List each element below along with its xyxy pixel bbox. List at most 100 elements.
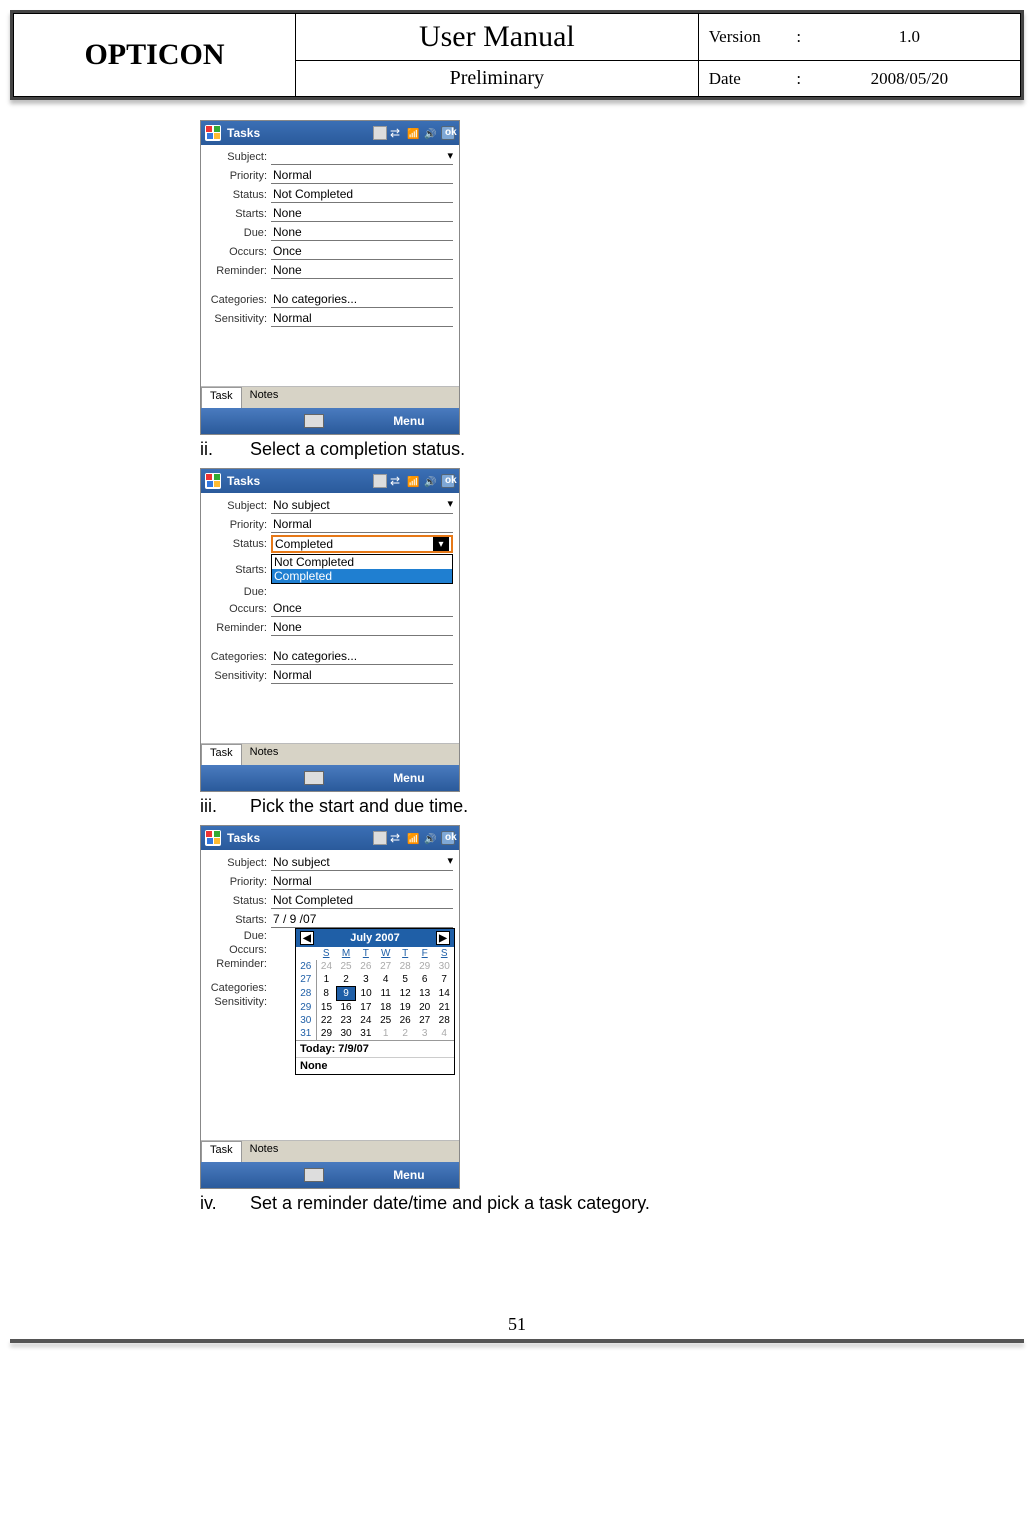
subject-field[interactable]: No subject (271, 854, 453, 871)
calendar-day[interactable]: 26 (395, 1014, 415, 1027)
keyboard-icon[interactable] (304, 771, 324, 785)
status-field[interactable]: Not Completed (271, 892, 453, 909)
calendar-day[interactable]: 18 (376, 1001, 396, 1015)
priority-field[interactable]: Normal (271, 167, 453, 184)
calendar-day[interactable]: 7 (434, 973, 454, 987)
sync-icon[interactable] (390, 474, 404, 488)
calendar-day[interactable]: 28 (395, 960, 415, 973)
sip-icon[interactable] (373, 831, 387, 845)
calendar-day[interactable]: 29 (415, 960, 435, 973)
priority-field[interactable]: Normal (271, 516, 453, 533)
calendar-day[interactable]: 2 (395, 1027, 415, 1040)
ok-button[interactable]: ok (441, 474, 455, 488)
tab-notes[interactable]: Notes (242, 744, 287, 765)
status-dropdown[interactable]: Completed ▾ (271, 535, 453, 553)
starts-field[interactable]: None (271, 205, 453, 222)
calendar-day[interactable]: 3 (415, 1027, 435, 1040)
start-icon[interactable] (205, 473, 221, 489)
calendar-day[interactable]: 4 (376, 973, 396, 987)
tab-task[interactable]: Task (201, 1141, 242, 1162)
calendar-day[interactable]: 5 (395, 973, 415, 987)
calendar-day[interactable]: 9 (336, 987, 356, 1001)
calendar-day[interactable]: 19 (395, 1001, 415, 1015)
signal-icon[interactable] (407, 831, 421, 845)
calendar-day[interactable]: 16 (336, 1001, 356, 1015)
calendar-day[interactable]: 26 (356, 960, 376, 973)
due-field[interactable]: None (271, 224, 453, 241)
occurs-field[interactable]: Once (271, 243, 453, 260)
calendar-day[interactable]: 27 (415, 1014, 435, 1027)
keyboard-icon[interactable] (304, 414, 324, 428)
calendar-day[interactable]: 24 (356, 1014, 376, 1027)
sensitivity-field[interactable]: Normal (271, 310, 453, 327)
calendar-day[interactable]: 28 (434, 1014, 454, 1027)
calendar-day[interactable]: 20 (415, 1001, 435, 1015)
status-option-not-completed[interactable]: Not Completed (272, 555, 452, 569)
menu-button[interactable]: Menu (393, 1168, 424, 1182)
volume-icon[interactable] (424, 831, 438, 845)
reminder-field[interactable]: None (271, 619, 453, 636)
start-icon[interactable] (205, 125, 221, 141)
calendar-day[interactable]: 17 (356, 1001, 376, 1015)
subject-field[interactable] (271, 149, 453, 165)
priority-field[interactable]: Normal (271, 873, 453, 890)
calendar-day[interactable]: 30 (434, 960, 454, 973)
categories-field[interactable]: No categories... (271, 648, 453, 665)
tab-task[interactable]: Task (201, 387, 242, 408)
calendar-day[interactable]: 11 (376, 987, 396, 1001)
volume-icon[interactable] (424, 126, 438, 140)
calendar-day[interactable]: 25 (376, 1014, 396, 1027)
menu-button[interactable]: Menu (393, 771, 424, 785)
calendar-day[interactable]: 6 (415, 973, 435, 987)
calendar-day[interactable]: 1 (376, 1027, 396, 1040)
prev-month-button[interactable]: ◀ (300, 931, 314, 945)
calendar-day[interactable]: 30 (336, 1027, 356, 1040)
calendar-day[interactable]: 14 (434, 987, 454, 1001)
calendar-day[interactable]: 15 (316, 1001, 336, 1015)
next-month-button[interactable]: ▶ (436, 931, 450, 945)
signal-icon[interactable] (407, 126, 421, 140)
categories-field[interactable]: No categories... (271, 291, 453, 308)
tab-notes[interactable]: Notes (242, 1141, 287, 1162)
calendar-day[interactable]: 10 (356, 987, 376, 1001)
calendar-today[interactable]: Today: 7/9/07 (296, 1040, 454, 1057)
calendar-day[interactable]: 22 (316, 1014, 336, 1027)
reminder-field[interactable]: None (271, 262, 453, 279)
sync-icon[interactable] (390, 831, 404, 845)
calendar-day[interactable]: 8 (316, 987, 336, 1001)
occurs-field[interactable]: Once (271, 600, 453, 617)
tab-task[interactable]: Task (201, 744, 242, 765)
calendar-day[interactable]: 3 (356, 973, 376, 987)
calendar-day[interactable]: 2 (336, 973, 356, 987)
calendar-day[interactable]: 27 (376, 960, 396, 973)
calendar-day[interactable]: 23 (336, 1014, 356, 1027)
ok-button[interactable]: ok (441, 126, 455, 140)
sip-icon[interactable] (373, 126, 387, 140)
calendar-day[interactable]: 12 (395, 987, 415, 1001)
calendar-grid[interactable]: SMTWTFS262425262728293027123456728891011… (296, 947, 454, 1040)
calendar-day[interactable]: 1 (316, 973, 336, 987)
calendar-day[interactable]: 13 (415, 987, 435, 1001)
calendar-day[interactable]: 4 (434, 1027, 454, 1040)
starts-field[interactable]: 7 / 9 /07 (271, 911, 453, 928)
sync-icon[interactable] (390, 126, 404, 140)
calendar-day[interactable]: 21 (434, 1001, 454, 1015)
signal-icon[interactable] (407, 474, 421, 488)
subject-field[interactable]: No subject (271, 497, 453, 514)
tab-notes[interactable]: Notes (242, 387, 287, 408)
keyboard-icon[interactable] (304, 1168, 324, 1182)
calendar-day[interactable]: 24 (316, 960, 336, 973)
calendar-day[interactable]: 31 (356, 1027, 376, 1040)
chevron-down-icon[interactable]: ▾ (433, 537, 449, 551)
calendar-day[interactable]: 29 (316, 1027, 336, 1040)
volume-icon[interactable] (424, 474, 438, 488)
calendar-day[interactable]: 25 (336, 960, 356, 973)
sip-icon[interactable] (373, 474, 387, 488)
status-option-completed[interactable]: Completed (272, 569, 452, 583)
ok-button[interactable]: ok (441, 831, 455, 845)
sensitivity-field[interactable]: Normal (271, 667, 453, 684)
start-icon[interactable] (205, 830, 221, 846)
menu-button[interactable]: Menu (393, 414, 424, 428)
calendar-none[interactable]: None (296, 1057, 454, 1074)
status-field[interactable]: Not Completed (271, 186, 453, 203)
